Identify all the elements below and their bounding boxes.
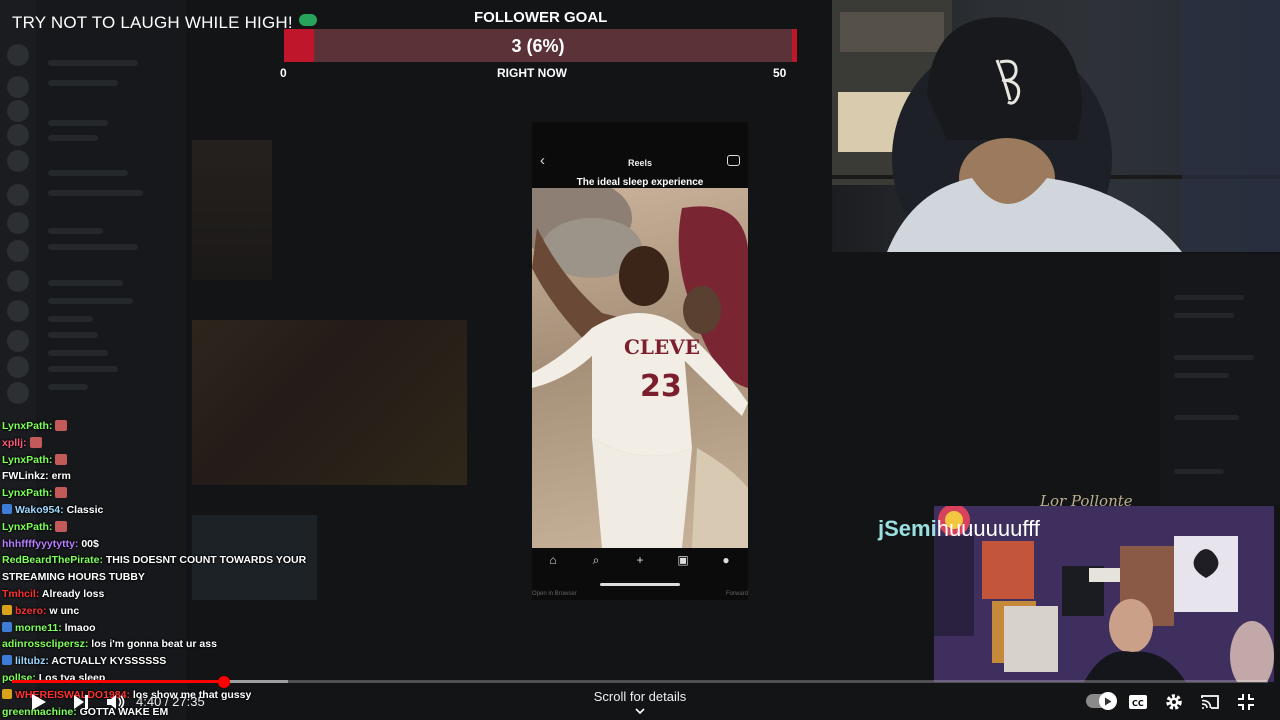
inset-chat-message: jSemihuuuuuufff [878,516,1040,542]
chat-message: adinrossclipersz: los i'm gonna beat ur … [2,636,312,653]
settings-button[interactable] [1162,690,1186,714]
background-thumbnail [192,140,272,280]
video-frame[interactable]: TRY NOT TO LAUGH WHILE HIGH! FOLLOWER GO… [0,0,1280,720]
chat-message: bzero: w unc [2,603,312,620]
reel-header-title: Reels [627,158,653,168]
chat-username[interactable]: Tmhcil: [2,588,39,600]
chat-overlay: LynxPath: xpllj: LynxPath: FWLinkz: erm Lynx… [2,418,312,720]
search-icon[interactable]: ⌕ [590,554,602,566]
autoplay-toggle-knob [1099,692,1117,710]
chat-message: LynxPath: [2,519,312,536]
chat-username[interactable]: FWLinkz: [2,470,49,482]
chat-text: los i'm gonna beat ur ass [91,638,217,651]
follower-goal-now-label: RIGHT NOW [497,66,567,80]
chat-username[interactable]: LynxPath: [2,454,52,466]
cast-button[interactable] [1198,690,1222,714]
chat-username[interactable]: adinrossclipersz: [2,638,88,650]
reels-icon[interactable]: ▣ [677,554,689,566]
exit-fullscreen-icon [1238,694,1254,710]
chat-username[interactable]: LynxPath: [2,521,52,533]
chat-username[interactable]: morne11: [15,622,62,634]
chat-emote-icon [55,520,68,532]
streamer-webcam-feed [832,0,1280,252]
reel-bottom-nav: ⌂ ⌕ + ▣ ● [532,552,748,572]
guest-signature-logo: Lor Pollonte [1040,492,1133,510]
chat-emote-icon [55,420,68,431]
chat-username[interactable]: liltubz: [15,655,49,667]
chat-username[interactable]: hhhffffyyytytty: [2,538,78,550]
background-member-list [1160,255,1280,505]
open-in-browser-link[interactable]: Open in Browser [532,591,577,597]
gear-icon [1166,694,1182,710]
chat-username[interactable]: Wako954: [15,504,64,516]
chat-badge-icon [2,655,12,666]
forward-link[interactable]: Forward [726,591,748,597]
chat-username[interactable]: xpllj: [2,437,27,449]
exit-fullscreen-button[interactable] [1234,690,1258,714]
chat-text: lmaoo [64,621,96,634]
svg-text:CC: CC [1132,699,1144,708]
home-indicator [600,583,680,586]
chat-text: w unc [49,604,80,617]
chat-message: LynxPath: [2,485,312,502]
stream-title-text: TRY NOT TO LAUGH WHILE HIGH! [12,13,293,32]
autoplay-play-icon [1105,697,1112,705]
profile-avatar-icon[interactable]: ● [720,554,732,566]
home-icon[interactable]: ⌂ [547,554,559,566]
chat-message: xpllj: [2,435,312,452]
captions-icon: CC [1129,695,1147,709]
chat-message: LynxPath: [2,418,312,435]
captions-button[interactable]: CC [1126,690,1150,714]
chat-emote-icon [29,436,42,448]
chat-text: 00$ [81,537,99,550]
camera-icon [727,155,740,166]
streamer-webcam [832,0,1280,252]
chat-text: Classic [66,503,104,516]
leaf-emote-icon [298,14,317,26]
reel-photo-illustration: CLEVE 23 [532,188,748,548]
chat-message: liltubz: ACTUALLY KYSSSSSS [2,653,312,670]
chat-badge-icon [2,604,12,615]
add-icon[interactable]: + [634,554,646,566]
chat-message: Wako954: Classic [2,502,312,519]
chat-message: FWLinkz: erm [2,468,312,485]
chat-username[interactable]: LynxPath: [2,420,52,432]
chat-text: erm [51,470,71,483]
progress-bar[interactable] [12,680,1268,683]
progress-played [12,680,225,683]
chat-message: Tmhcil: Already loss [2,586,312,603]
chat-message: morne11: lmaoo [2,620,312,637]
chat-text: Already loss [41,587,105,600]
chat-text: ACTUALLY KYSSSSSS [51,655,167,668]
chat-emote-icon [55,487,68,499]
chat-emote-icon [55,453,68,465]
chat-username[interactable]: bzero: [15,605,47,617]
chat-message: hhhffffyyytytty: 00$ [2,536,312,553]
cast-icon [1201,695,1219,709]
follower-goal-min: 0 [280,66,287,80]
inset-chat-text: huuuuuufff [936,516,1040,541]
reel-header: ‹ Reels [532,152,748,172]
follower-goal-bar: 3 (6%) [284,29,797,62]
stream-title: TRY NOT TO LAUGH WHILE HIGH! [12,13,317,33]
chat-username[interactable]: LynxPath: [2,487,52,499]
jersey-number: 23 [640,369,682,404]
chat-message: LynxPath: [2,452,312,469]
chat-username[interactable]: RedBeardThePirate: [2,554,103,566]
chat-message: pollse: Los tya sleep [2,670,312,687]
follower-goal-label: FOLLOWER GOAL [474,9,608,26]
chat-message: RedBeardThePirate: THIS DOESNT COUNT TOW… [2,552,308,586]
follower-goal-value: 3 (6%) [511,36,565,56]
autoplay-toggle[interactable] [1086,692,1117,710]
follower-goal-max: 50 [773,66,787,80]
chat-badge-icon [2,503,12,514]
chevron-down-icon[interactable] [634,705,646,717]
jersey-text: CLEVE [624,335,700,359]
inset-chat-user: jSemi [878,516,937,541]
chat-badge-icon [2,621,12,632]
reel-image: CLEVE 23 [532,188,748,548]
reel-phone-screen: ‹ Reels The ideal sleep experience CLEVE… [532,122,748,600]
reel-caption: The ideal sleep experience [576,177,704,188]
